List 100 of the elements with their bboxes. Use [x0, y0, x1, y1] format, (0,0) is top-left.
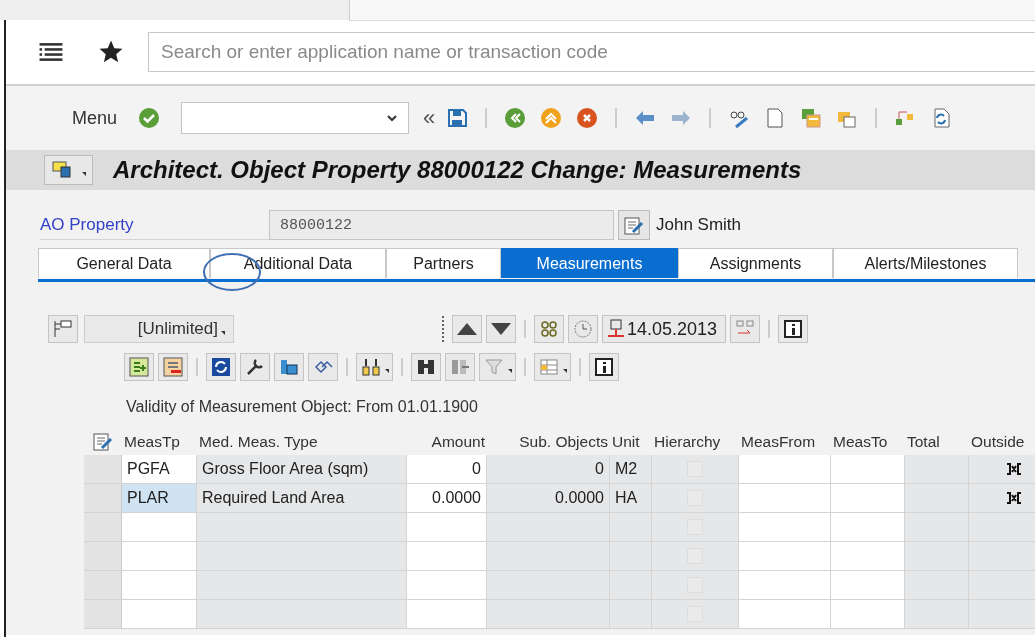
back-icon: [504, 107, 527, 129]
owner-name: John Smith: [656, 215, 742, 235]
dropdown-arrow-icon: [221, 331, 225, 335]
tab[interactable]: Alerts/Milestones: [833, 248, 1018, 278]
table-cell: Gross Floor Area (sqm): [197, 455, 407, 484]
building-button[interactable]: [274, 353, 304, 381]
table-cell[interactable]: [122, 542, 197, 571]
table-cell[interactable]: [739, 513, 831, 542]
table-cell[interactable]: [831, 455, 905, 484]
table-cell[interactable]: 0.0000: [407, 484, 487, 513]
row-selector[interactable]: [84, 542, 122, 571]
command-field[interactable]: [181, 102, 410, 134]
search-field[interactable]: Search or enter application name or transaction code: [148, 32, 1035, 72]
table-cell: HA: [610, 484, 652, 513]
table-cell[interactable]: [122, 513, 197, 542]
tab[interactable]: Measurements: [501, 248, 678, 278]
row-selector[interactable]: [84, 571, 122, 600]
validity-dropdown[interactable]: [Unlimited]: [84, 315, 234, 343]
table-cell[interactable]: [739, 542, 831, 571]
delete-row-button[interactable]: [158, 353, 188, 381]
layout-icon: [538, 356, 560, 378]
table-cell: M2: [610, 455, 652, 484]
column-header: Sub. Objects: [518, 432, 609, 452]
sort-button[interactable]: [356, 353, 393, 381]
wrench-button[interactable]: [240, 353, 270, 381]
table-cell[interactable]: [831, 513, 905, 542]
collapse-button[interactable]: «: [423, 105, 436, 131]
key-date-button[interactable]: 14.05.2013: [602, 315, 727, 343]
row-selector[interactable]: [84, 484, 122, 513]
interval-icon[interactable]: [1005, 491, 1022, 505]
tab[interactable]: Assignments: [678, 248, 833, 278]
table-cell[interactable]: PLAR: [122, 484, 197, 513]
table-cell[interactable]: [739, 484, 831, 513]
table-cell: [905, 542, 969, 571]
table-cell[interactable]: [831, 600, 905, 629]
table-cell[interactable]: [407, 571, 487, 600]
table-cell[interactable]: [831, 571, 905, 600]
table-cell[interactable]: [122, 600, 197, 629]
dropdown-arrow-icon: [508, 369, 512, 373]
table-cell[interactable]: [407, 542, 487, 571]
column-header: MeasTp: [123, 432, 181, 452]
delete-row-icon: [162, 356, 184, 378]
find-button[interactable]: [411, 353, 441, 381]
dropdown-arrow-icon: [82, 172, 86, 176]
property-field[interactable]: 88000122: [269, 210, 614, 240]
table-cell[interactable]: [831, 542, 905, 571]
table-cell: 0.0000: [487, 484, 610, 513]
info-icon: [593, 356, 615, 378]
row-selector[interactable]: [84, 455, 122, 484]
table-cell[interactable]: [739, 571, 831, 600]
edit-icon: [623, 215, 645, 237]
graph-button[interactable]: [730, 315, 761, 343]
filter-icon: [483, 356, 505, 378]
menu-link[interactable]: Menu: [72, 107, 118, 129]
cancel-icon: [576, 107, 599, 129]
date-marker-icon: [605, 318, 627, 340]
info-button[interactable]: [778, 315, 809, 343]
tab[interactable]: Partners: [386, 248, 501, 278]
table-cell[interactable]: [122, 571, 197, 600]
table-cell: 0: [487, 455, 610, 484]
column-header: Med. Meas. Type: [198, 432, 319, 452]
window-title: Architect. Object Property 88000122 Change: Measurements: [113, 156, 802, 184]
table-cell[interactable]: PGFA: [122, 455, 197, 484]
tooltip-button[interactable]: [44, 155, 93, 185]
column-header: Unit: [611, 432, 641, 452]
refresh-button[interactable]: [206, 353, 236, 381]
info-button[interactable]: [589, 353, 619, 381]
tree-button[interactable]: [48, 315, 78, 343]
move-up-button[interactable]: [452, 315, 482, 343]
table-cell[interactable]: [407, 513, 487, 542]
exit-icon: [540, 107, 563, 129]
insert-row-icon: [128, 356, 150, 378]
sort-icon: [360, 356, 382, 378]
move-down-button[interactable]: [486, 315, 516, 343]
table-cell[interactable]: [407, 600, 487, 629]
save-icon: [446, 107, 469, 129]
table-cell[interactable]: [739, 455, 831, 484]
nodes-button[interactable]: [534, 315, 564, 343]
windows-icon: [800, 107, 823, 129]
insert-row-button[interactable]: [124, 353, 154, 381]
filter-button[interactable]: [479, 353, 516, 381]
shapes-button[interactable]: [308, 353, 338, 381]
edit-button[interactable]: [618, 210, 650, 240]
row-selector[interactable]: [84, 600, 122, 629]
nodes-icon: [538, 318, 560, 340]
tab[interactable]: General Data: [38, 248, 210, 278]
layout-button[interactable]: [534, 353, 571, 381]
dropdown-arrow-icon: [563, 369, 567, 373]
table-cell[interactable]: [831, 484, 905, 513]
table-cell: [905, 571, 969, 600]
column-header: Hierarchy: [653, 432, 722, 452]
dropdown-arrow-icon: [385, 369, 389, 373]
table-cell[interactable]: 0: [407, 455, 487, 484]
table-cell[interactable]: [739, 600, 831, 629]
tree-icon: [52, 318, 74, 340]
row-selector[interactable]: [84, 513, 122, 542]
column-header: Total: [906, 432, 941, 452]
column-header: Outside: [970, 432, 1026, 452]
interval-icon[interactable]: [1005, 462, 1022, 476]
clock-button[interactable]: [568, 315, 598, 343]
